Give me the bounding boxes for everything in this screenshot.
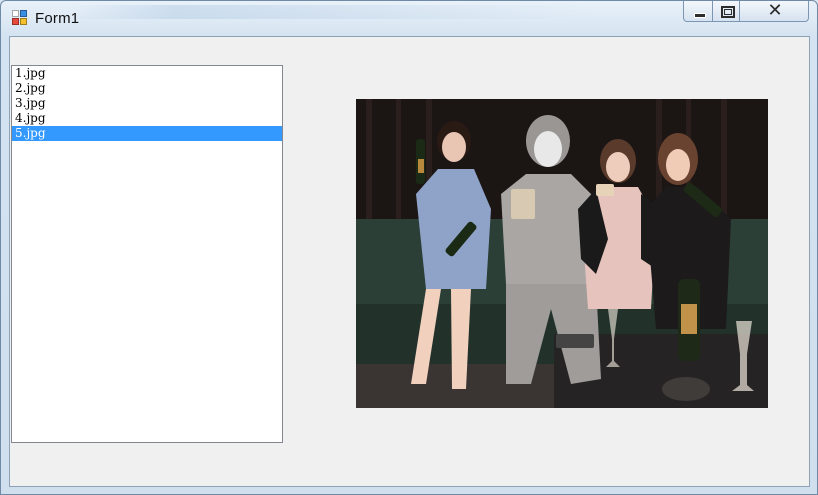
caption-buttons: ✕ bbox=[683, 1, 809, 23]
list-item-selected[interactable]: 5.jpg bbox=[12, 126, 282, 141]
list-item[interactable]: 4.jpg bbox=[12, 111, 282, 126]
close-icon: ✕ bbox=[767, 0, 783, 21]
maximize-button[interactable] bbox=[712, 1, 740, 22]
title-bar-glass bbox=[71, 5, 591, 19]
maximize-icon bbox=[721, 6, 735, 18]
picture-box bbox=[356, 99, 768, 408]
list-item[interactable]: 1.jpg bbox=[12, 66, 282, 81]
form-client-area: 1.jpg 2.jpg 3.jpg 4.jpg 5.jpg bbox=[9, 36, 810, 487]
app-window: Form1 ✕ 1.jpg 2.jpg 3.jpg 4.jpg 5.jpg bbox=[0, 0, 818, 495]
list-item[interactable]: 3.jpg bbox=[12, 96, 282, 111]
app-icon[interactable] bbox=[12, 10, 28, 26]
minimize-button[interactable] bbox=[683, 1, 713, 22]
window-title: Form1 bbox=[35, 10, 80, 27]
minimize-icon bbox=[694, 13, 706, 18]
close-button[interactable]: ✕ bbox=[739, 1, 809, 22]
file-listbox[interactable]: 1.jpg 2.jpg 3.jpg 4.jpg 5.jpg bbox=[11, 65, 283, 443]
list-item[interactable]: 2.jpg bbox=[12, 81, 282, 96]
title-bar[interactable]: Form1 ✕ bbox=[1, 1, 817, 35]
photo-image bbox=[356, 99, 768, 408]
